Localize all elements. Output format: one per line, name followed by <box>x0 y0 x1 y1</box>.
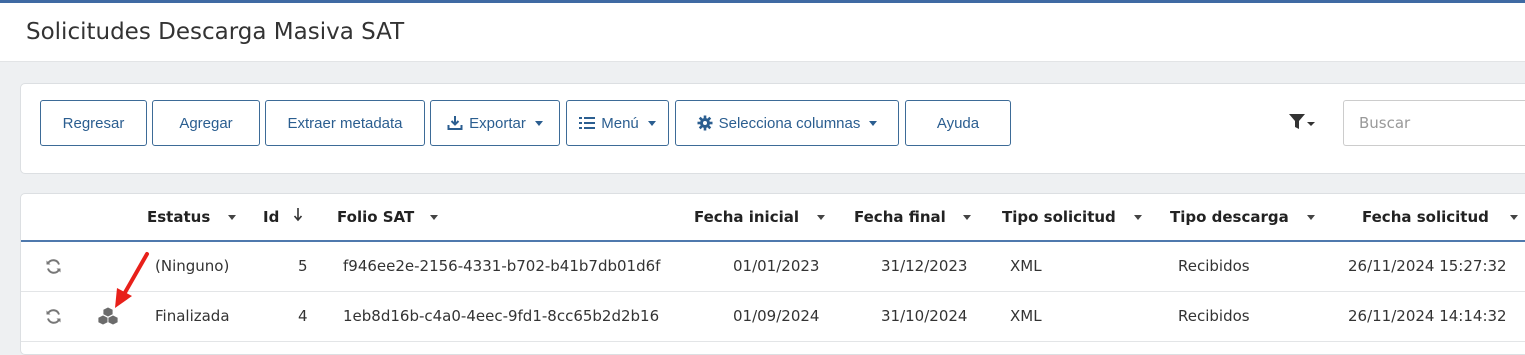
red-arrow-annotation <box>115 252 149 308</box>
column-header-end-date[interactable]: Fecha final <box>854 208 971 226</box>
column-header-status-label: Estatus <box>147 208 211 226</box>
refresh-icon[interactable] <box>45 308 62 329</box>
select-columns-label: Selecciona columnas <box>718 114 861 132</box>
status-cell: Finalizada <box>155 307 230 325</box>
status-cell: (Ninguno) <box>155 257 230 275</box>
table-row[interactable]: (Ninguno) 5 f946ee2e-2156-4331-b702-b41b… <box>21 242 1525 292</box>
chevron-down-icon <box>962 214 971 220</box>
end-date-cell: 31/10/2024 <box>881 307 968 325</box>
request-type-cell: XML <box>1010 257 1042 275</box>
column-header-folio-label: Folio SAT <box>337 208 415 226</box>
requests-table: Estatus Id Folio SAT Fecha inicial Fecha… <box>20 193 1525 355</box>
chevron-down-icon <box>1306 214 1315 220</box>
request-type-cell: XML <box>1010 307 1042 325</box>
chevron-down-icon <box>1307 121 1315 126</box>
column-header-end-date-label: Fecha final <box>854 208 946 226</box>
chevron-down-icon <box>817 214 825 220</box>
folio-cell: 1eb8d16b-c4a0-4eec-9fd1-8cc65b2d2b16 <box>343 307 660 325</box>
toolbar: Regresar Agregar Extraer metadata Export… <box>20 83 1525 174</box>
page-title: Solicitudes Descarga Masiva SAT <box>26 19 405 45</box>
export-button[interactable]: Exportar <box>430 100 560 146</box>
column-header-start-date-label: Fecha inicial <box>694 208 799 226</box>
back-button[interactable]: Regresar <box>40 100 147 146</box>
export-button-label: Exportar <box>469 114 526 132</box>
back-button-label: Regresar <box>62 114 125 132</box>
download-type-cell: Recibidos <box>1178 307 1250 325</box>
gear-icon <box>697 115 713 131</box>
start-date-cell: 01/01/2023 <box>733 257 820 275</box>
extract-metadata-button[interactable]: Extraer metadata <box>265 100 425 146</box>
search-input[interactable] <box>1343 100 1525 146</box>
help-button[interactable]: Ayuda <box>905 100 1011 146</box>
add-button-label: Agregar <box>179 114 233 132</box>
request-date-cell: 26/11/2024 15:27:32 <box>1348 257 1507 275</box>
chevron-down-icon <box>869 120 878 126</box>
id-cell: 5 <box>298 257 308 275</box>
column-header-request-date[interactable]: Fecha solicitud <box>1362 208 1518 226</box>
column-header-request-date-label: Fecha solicitud <box>1362 208 1489 226</box>
chevron-down-icon <box>430 214 439 220</box>
id-cell: 4 <box>298 307 308 325</box>
chevron-down-icon <box>647 120 656 126</box>
sort-descending-icon <box>293 208 303 226</box>
add-button[interactable]: Agregar <box>152 100 260 146</box>
column-header-start-date[interactable]: Fecha inicial <box>694 208 825 226</box>
folio-cell: f946ee2e-2156-4331-b702-b41b7db01d6f <box>343 257 661 275</box>
page-header: Solicitudes Descarga Masiva SAT <box>0 3 1525 62</box>
chevron-down-icon <box>1509 214 1518 220</box>
select-columns-button[interactable]: Selecciona columnas <box>675 100 899 146</box>
chevron-down-icon <box>228 214 237 220</box>
end-date-cell: 31/12/2023 <box>881 257 968 275</box>
chevron-down-icon <box>534 120 543 126</box>
request-date-cell: 26/11/2024 14:14:32 <box>1348 307 1507 325</box>
extract-metadata-label: Extraer metadata <box>287 114 403 132</box>
column-header-download-type-label: Tipo descarga <box>1170 208 1289 226</box>
filter-icon <box>1289 114 1305 133</box>
chevron-down-icon <box>1133 214 1142 220</box>
column-header-folio[interactable]: Folio SAT <box>337 208 439 226</box>
download-type-cell: Recibidos <box>1178 257 1250 275</box>
help-button-label: Ayuda <box>936 114 980 132</box>
menu-button[interactable]: Menú <box>566 100 669 146</box>
refresh-icon[interactable] <box>45 258 62 279</box>
column-header-id-label: Id <box>263 208 280 226</box>
column-header-download-type[interactable]: Tipo descarga <box>1170 208 1315 226</box>
column-header-request-type-label: Tipo solicitud <box>1002 208 1116 226</box>
menu-button-label: Menú <box>601 114 639 132</box>
filter-dropdown[interactable] <box>1289 114 1315 133</box>
table-row[interactable]: Finalizada 4 1eb8d16b-c4a0-4eec-9fd1-8cc… <box>21 292 1525 342</box>
column-header-request-type[interactable]: Tipo solicitud <box>1002 208 1142 226</box>
download-icon <box>447 115 463 131</box>
list-icon <box>579 116 596 130</box>
column-header-status[interactable]: Estatus <box>147 208 237 226</box>
start-date-cell: 01/09/2024 <box>733 307 820 325</box>
table-header: Estatus Id Folio SAT Fecha inicial Fecha… <box>21 194 1525 242</box>
column-header-id[interactable]: Id <box>263 208 303 226</box>
